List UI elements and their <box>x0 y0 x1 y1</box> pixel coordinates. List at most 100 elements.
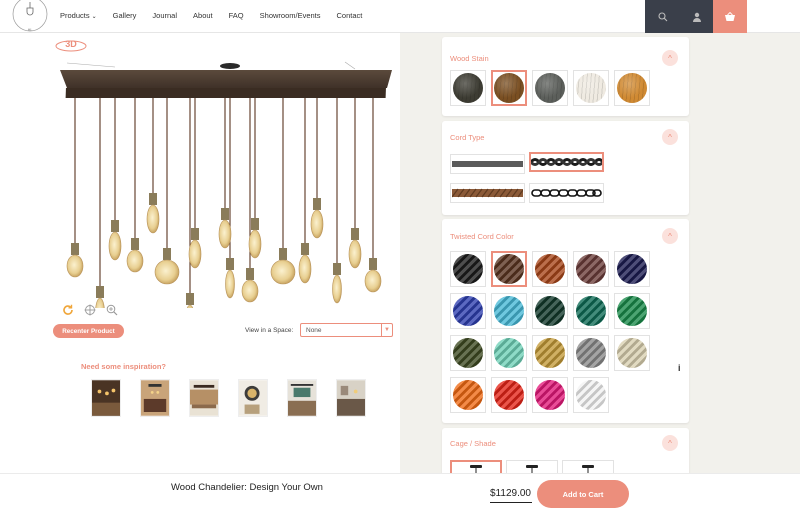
cord-color-swatch[interactable] <box>532 335 568 371</box>
viewer-tools <box>62 304 118 316</box>
edison-bulb <box>218 208 232 249</box>
edison-bulb <box>146 193 160 234</box>
twisted-cord-color-title: Twisted Cord Color <box>450 232 514 241</box>
nav-gallery[interactable]: Gallery <box>113 11 137 20</box>
swatch-chip <box>535 296 565 326</box>
purchase-bar: Wood Chandelier: Design Your Own $1129.0… <box>0 473 800 512</box>
collapse-toggle-icon[interactable]: ^ <box>662 228 678 244</box>
edison-bulb <box>270 248 296 285</box>
cart-button[interactable] <box>713 0 747 33</box>
cord-type-rope[interactable] <box>450 183 525 203</box>
cord-color-swatch[interactable] <box>450 251 486 287</box>
inspiration-heading: Need some inspiration? <box>81 362 167 371</box>
search-icon <box>657 11 667 21</box>
rotate-icon[interactable] <box>62 304 74 316</box>
edison-bulb <box>348 228 362 269</box>
cord-color-swatch[interactable] <box>573 335 609 371</box>
edison-bulb <box>332 263 342 304</box>
swatch-chip <box>453 338 483 368</box>
nav-faq[interactable]: FAQ <box>229 11 244 20</box>
cord-type-twisted[interactable] <box>529 152 604 172</box>
cord-color-swatch[interactable] <box>450 293 486 329</box>
cord-type-chain[interactable] <box>529 183 604 203</box>
inspiration-thumbnail[interactable] <box>336 379 366 417</box>
svg-text:HL: HL <box>28 28 33 32</box>
3d-rotate-icon[interactable]: 3D <box>54 37 88 53</box>
cart-icon <box>725 11 735 21</box>
product-price: $1129.00 <box>490 488 531 499</box>
cord-color-swatch[interactable] <box>491 335 527 371</box>
nav-showroom[interactable]: Showroom/Events <box>260 11 321 20</box>
cord-color-swatch[interactable] <box>573 251 609 287</box>
swatch-chip <box>576 338 606 368</box>
cord-color-swatch[interactable] <box>573 293 609 329</box>
cord-color-swatch[interactable] <box>532 293 568 329</box>
zoom-icon[interactable] <box>106 304 118 316</box>
view-in-space-select[interactable]: None ▼ <box>300 323 393 337</box>
info-icon[interactable]: i <box>678 363 681 373</box>
edison-bulb <box>364 258 382 293</box>
wood-stain-swatch[interactable] <box>573 70 609 106</box>
swatch-chip <box>535 73 565 103</box>
cord-color-swatch[interactable] <box>532 251 568 287</box>
edison-bulb <box>108 220 122 261</box>
swatch-chip <box>576 380 606 410</box>
edison-bulb <box>241 268 259 303</box>
cord-color-swatch[interactable] <box>491 377 527 413</box>
options-panel: Wood Stain ^ Cord Type ^ Twisted Cord Co… <box>400 33 800 478</box>
wood-stain-swatch[interactable] <box>614 70 650 106</box>
collapse-toggle-icon[interactable]: ^ <box>662 435 678 451</box>
cord-color-swatch[interactable] <box>450 335 486 371</box>
cord-color-swatch[interactable] <box>573 377 609 413</box>
recenter-product-button[interactable]: Recenter Product <box>53 324 124 338</box>
edison-bulb <box>248 218 262 259</box>
cord-type-title: Cord Type <box>450 133 485 142</box>
cord-color-swatch[interactable] <box>614 335 650 371</box>
swatch-chip <box>494 254 524 284</box>
edison-bulb <box>310 198 324 239</box>
cord-type-flat[interactable] <box>450 154 525 174</box>
cord-color-swatch[interactable] <box>450 377 486 413</box>
flat-cord-icon <box>452 161 523 167</box>
inspiration-thumbnail[interactable] <box>189 379 219 417</box>
cord-color-swatch[interactable] <box>614 251 650 287</box>
nav-contact[interactable]: Contact <box>337 11 363 20</box>
svg-text:3D: 3D <box>65 39 77 49</box>
edison-bulb <box>66 243 84 278</box>
cord-color-swatch[interactable] <box>614 293 650 329</box>
main-nav: Products ⌄ Gallery Journal About FAQ Show… <box>60 11 378 20</box>
collapse-toggle-icon[interactable]: ^ <box>662 50 678 66</box>
inspiration-thumbnail[interactable] <box>91 379 121 417</box>
swatch-chip <box>494 296 524 326</box>
nav-about[interactable]: About <box>193 11 213 20</box>
brand-logo[interactable]: HL <box>8 0 52 34</box>
pan-icon[interactable] <box>84 304 96 316</box>
inspiration-thumbnail[interactable] <box>140 379 170 417</box>
collapse-toggle-icon[interactable]: ^ <box>662 129 678 145</box>
search-button[interactable] <box>645 0 680 33</box>
wood-stain-swatch[interactable] <box>491 70 527 106</box>
swatch-chip <box>494 338 524 368</box>
swatch-chip <box>576 73 606 103</box>
cord-color-swatch[interactable] <box>491 293 527 329</box>
inspiration-thumbnail[interactable] <box>238 379 268 417</box>
cord-color-swatch[interactable] <box>491 251 527 287</box>
swatch-chip <box>535 254 565 284</box>
account-button[interactable] <box>680 0 713 33</box>
view-in-space-label: View in a Space: <box>245 327 294 334</box>
cord-color-swatch[interactable] <box>532 377 568 413</box>
rope-cord-icon <box>452 188 523 198</box>
swatch-chip <box>617 254 647 284</box>
nav-products[interactable]: Products ⌄ <box>60 11 97 20</box>
chandelier-render[interactable] <box>55 58 400 308</box>
wood-stain-swatch[interactable] <box>450 70 486 106</box>
add-to-cart-button[interactable]: Add to Cart <box>537 480 629 508</box>
twisted-cord-color-card: Twisted Cord Color ^ <box>442 219 689 423</box>
inspiration-thumbnail[interactable] <box>287 379 317 417</box>
wood-stain-swatch[interactable] <box>532 70 568 106</box>
swatch-chip <box>453 73 483 103</box>
nav-journal[interactable]: Journal <box>152 11 177 20</box>
product-viewer: 3D Recenter Product View in a Space: Non… <box>0 33 400 473</box>
swatch-chip <box>453 296 483 326</box>
inspiration-thumbnails <box>91 379 385 417</box>
